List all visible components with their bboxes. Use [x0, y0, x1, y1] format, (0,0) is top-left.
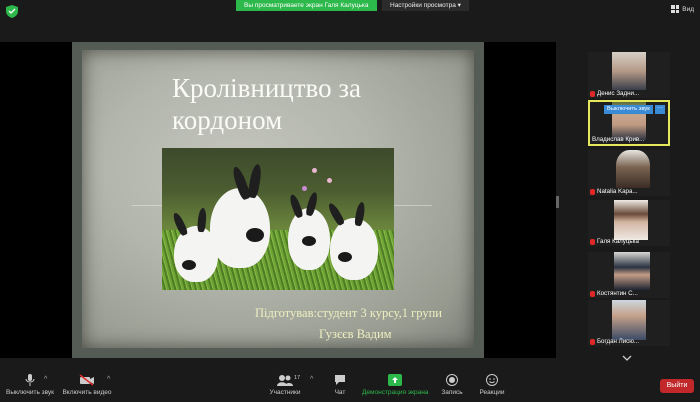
- video-button[interactable]: Включить видео: [62, 374, 112, 396]
- grid-view-icon: [671, 5, 680, 13]
- mic-off-icon: [590, 290, 595, 297]
- mic-off-icon: [590, 188, 595, 195]
- participant-video: [612, 52, 646, 90]
- participants-count: 17: [294, 375, 301, 381]
- participant-name: Костянтин С...: [597, 290, 638, 297]
- participant-tile[interactable]: Natalia Kapa...: [588, 150, 670, 196]
- more-options-button[interactable]: ···: [655, 105, 665, 114]
- mic-off-icon: [590, 238, 595, 245]
- share-screen-icon: [388, 374, 402, 386]
- participant-tile-active[interactable]: Выключить звук ··· Владислав Крив...: [588, 100, 670, 146]
- video-off-icon: [79, 374, 94, 386]
- view-button-label: Вид: [682, 5, 694, 13]
- record-button[interactable]: Запись: [440, 374, 464, 396]
- participant-tile[interactable]: Костянтин С...: [588, 252, 670, 298]
- participant-name: Галя Калуцька: [597, 238, 639, 245]
- mute-participant-button[interactable]: Выключить звук: [604, 105, 653, 114]
- screen-share-banner: Вы просматриваете экран Галя Калуцька: [236, 0, 377, 11]
- participant-name: Денис Задни...: [597, 90, 640, 97]
- participant-tile[interactable]: Денис Задни...: [588, 52, 670, 98]
- leave-meeting-button[interactable]: Выйти: [660, 379, 694, 393]
- participant-video: [612, 300, 646, 340]
- mic-off-icon: [590, 338, 595, 345]
- mic-off-icon: [590, 90, 595, 97]
- microphone-icon: [25, 374, 35, 386]
- view-options-dropdown[interactable]: Настройки просмотра ▾: [382, 0, 469, 11]
- mute-label: Выключить звук: [6, 389, 55, 396]
- participant-video: [614, 200, 648, 240]
- share-screen-button[interactable]: Демонстрация экрана: [362, 374, 428, 396]
- share-screen-label: Демонстрация экрана: [362, 389, 429, 396]
- participants-options-caret[interactable]: ^: [310, 376, 313, 383]
- view-button[interactable]: Вид: [671, 5, 694, 13]
- participant-name: Natalia Kapa...: [597, 188, 638, 195]
- participant-name: Богдан Лисю...: [597, 338, 640, 345]
- slide-title: Кролівництво за кордоном: [172, 73, 361, 135]
- video-label: Включить видео: [62, 389, 112, 396]
- slide-author-line1: Підготував:студент 3 курсу,1 групи: [255, 306, 442, 320]
- presentation-slide: Кролівництво за кордоном Підготував:студ…: [72, 42, 484, 358]
- gallery-scroll-down-button[interactable]: [615, 352, 639, 364]
- chat-icon: [335, 375, 345, 385]
- shared-screen: Кролівництво за кордоном Підготував:студ…: [0, 42, 556, 358]
- meeting-toolbar: Выключить звук ^ Включить видео ^ Участн…: [0, 370, 700, 402]
- participant-tile[interactable]: Галя Калуцька: [588, 200, 670, 246]
- reactions-button[interactable]: Реакции: [478, 374, 506, 396]
- audio-options-caret[interactable]: ^: [44, 376, 47, 383]
- participant-video: [614, 252, 650, 290]
- record-icon: [446, 374, 458, 386]
- top-bar: Вы просматриваете экран Галя Калуцька На…: [0, 0, 700, 22]
- rabbits-photo: [162, 148, 394, 290]
- participants-label: Участники: [269, 389, 301, 396]
- record-label: Запись: [441, 389, 463, 396]
- participant-video: [616, 150, 650, 188]
- reactions-label: Реакции: [479, 389, 505, 396]
- participants-icon: [277, 375, 293, 386]
- participant-tile[interactable]: Богдан Лисю...: [588, 300, 670, 346]
- chevron-down-icon: [622, 355, 632, 361]
- participant-gallery: Денис Задни... Выключить звук ··· Владис…: [580, 42, 690, 358]
- participant-name: Владислав Крив...: [592, 136, 645, 143]
- split-handle[interactable]: [556, 196, 559, 208]
- chat-label: Чат: [334, 389, 346, 396]
- chat-button[interactable]: Чат: [330, 374, 350, 396]
- shield-icon[interactable]: [6, 5, 18, 18]
- chevron-down-icon: ▾: [457, 2, 461, 9]
- smiley-icon: [486, 374, 498, 386]
- view-options-label: Настройки просмотра: [390, 2, 456, 9]
- slide-author-line2: Гузєєв Вадим: [319, 327, 392, 341]
- video-options-caret[interactable]: ^: [107, 376, 110, 383]
